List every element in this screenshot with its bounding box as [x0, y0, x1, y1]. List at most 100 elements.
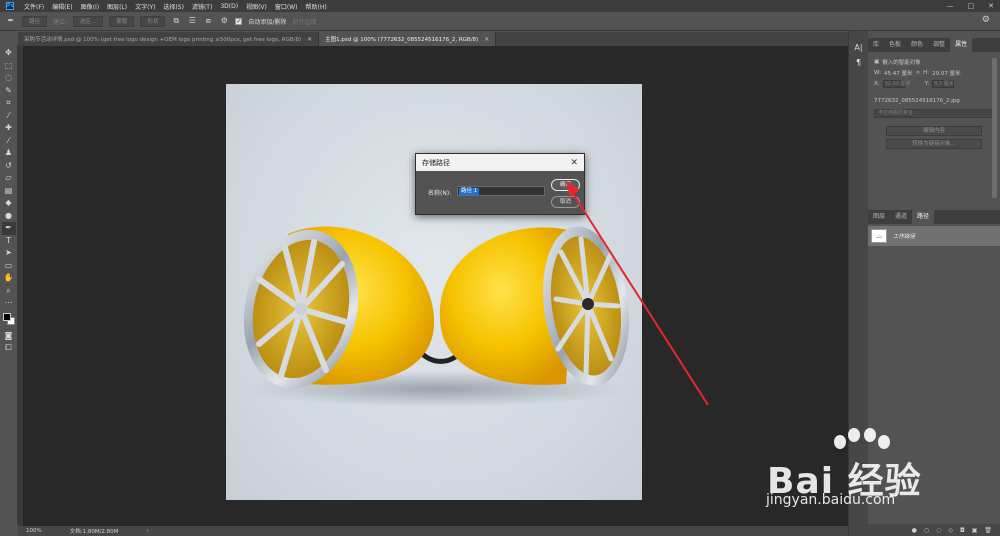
right-speaker — [439, 226, 630, 386]
tab-swatches[interactable]: 色板 — [884, 38, 906, 52]
screen-mode-icon[interactable]: ⧠ — [2, 342, 16, 355]
document-image[interactable] — [226, 84, 642, 500]
pen-tool-icon[interactable]: ✒ — [1, 222, 16, 235]
auto-add-delete-label: 自动添加/删除 — [248, 18, 287, 26]
color-swatches[interactable] — [2, 312, 16, 328]
close-window-icon[interactable]: ✕ — [988, 2, 994, 10]
make-work-path-icon[interactable]: ◇ — [948, 527, 953, 534]
menu-image[interactable]: 图像(I) — [77, 2, 103, 11]
menu-window[interactable]: 窗口(W) — [271, 2, 302, 11]
crop-tool-icon[interactable]: ⌗ — [2, 97, 16, 110]
quick-select-tool-icon[interactable]: ✎ — [2, 85, 16, 98]
gear-icon[interactable]: ⚙ — [219, 16, 229, 26]
menu-type[interactable]: 文字(Y) — [131, 2, 159, 11]
tab-adjustments[interactable]: 调整 — [928, 38, 950, 52]
tab-document-2[interactable]: 主图1.psd @ 100% (7772632_085524516176_2, … — [319, 32, 497, 46]
edit-contents-button[interactable]: 编辑内容 — [886, 126, 982, 136]
stroke-path-icon[interactable]: ○ — [924, 527, 929, 534]
rectangle-tool-icon[interactable]: ▭ — [2, 260, 16, 273]
baidu-watermark: Bai 经验 jingyan.baidu.com — [762, 428, 982, 518]
tab-color[interactable]: 颜色 — [906, 38, 928, 52]
work-path-item[interactable]: ⌓ 工作路径 — [868, 226, 1000, 246]
marquee-tool-icon[interactable]: ⬚ — [2, 60, 16, 73]
h-value[interactable]: 29.07 厘米 — [932, 69, 961, 77]
link-icon[interactable]: ∞ — [915, 70, 920, 76]
healing-brush-tool-icon[interactable]: ✚ — [2, 122, 16, 135]
path-thumbnail: ⌓ — [871, 229, 887, 243]
ok-button[interactable]: 确定 — [551, 179, 580, 191]
photoshop-window: Ps 文件(F) 编辑(E) 图像(I) 图层(L) 文字(Y) 选择(S) 滤… — [0, 0, 1000, 536]
quick-mask-icon[interactable]: ◙ — [2, 330, 16, 343]
tab-libraries[interactable]: 库 — [868, 38, 884, 52]
zoom-level[interactable]: 100% — [26, 528, 42, 534]
properties-panel-tabs: 库 色板 颜色 调整 属性 — [868, 38, 1000, 52]
type-tool-icon[interactable]: T — [2, 235, 16, 248]
path-name-value: 路径 1 — [459, 188, 480, 195]
tab-document-1[interactable]: 采购节活动详情.psd @ 100% (get free logo design… — [18, 32, 320, 46]
close-icon[interactable]: ✕ — [484, 36, 489, 43]
path-selection-tool-icon[interactable]: ➤ — [2, 247, 16, 260]
eraser-tool-icon[interactable]: ▱ — [2, 172, 16, 185]
workspace-gear-icon[interactable]: ⚙ — [982, 15, 990, 25]
paths-panel-tabs: 图层 通道 路径 — [868, 210, 1000, 224]
move-tool-icon[interactable]: ✥ — [2, 47, 16, 60]
tab-layers[interactable]: 图层 — [868, 210, 890, 224]
menu-select[interactable]: 选择(S) — [159, 2, 188, 11]
clone-stamp-tool-icon[interactable]: ♟ — [2, 147, 16, 160]
menu-layer[interactable]: 图层(L) — [103, 2, 131, 11]
paragraph-panel-icon[interactable]: ¶ — [856, 58, 861, 67]
fill-path-icon[interactable]: ● — [912, 527, 917, 534]
convert-to-linked-button[interactable]: 转换为链接对象... — [886, 139, 982, 149]
x-field[interactable]: 32.03 厘米 — [882, 79, 911, 88]
menu-edit[interactable]: 编辑(E) — [48, 2, 76, 11]
tab-paths[interactable]: 路径 — [912, 210, 935, 224]
y-field[interactable]: 8.7 厘米 — [932, 79, 955, 88]
path-mode-select[interactable]: 路径 — [22, 15, 48, 27]
make-selection-button[interactable]: 选区... — [73, 15, 104, 27]
dodge-tool-icon[interactable]: ● — [2, 210, 16, 223]
mask-button[interactable]: 蒙版 — [109, 15, 135, 27]
layer-comp-select[interactable]: 不应用图层复合 — [874, 109, 994, 118]
shape-button[interactable]: 形状 — [140, 15, 166, 27]
tab-properties[interactable]: 属性 — [950, 38, 973, 52]
brush-tool-icon[interactable]: ⁄ — [2, 135, 16, 148]
status-menu-arrow[interactable]: › — [146, 528, 148, 534]
close-icon[interactable]: ✕ — [307, 36, 312, 43]
foreground-color-swatch[interactable] — [2, 312, 11, 321]
tab-label: 主图1.psd @ 100% (7772632_085524516176_2, … — [325, 37, 479, 43]
name-label: 名称(N): — [428, 190, 452, 197]
tab-channels[interactable]: 通道 — [890, 210, 912, 224]
lasso-tool-icon[interactable]: ◌ — [2, 72, 16, 85]
dialog-titlebar[interactable]: 存储路径 ✕ — [416, 154, 584, 171]
more-tools-icon[interactable]: ⋯ — [2, 297, 16, 310]
hand-tool-icon[interactable]: ✋ — [2, 272, 16, 285]
history-brush-tool-icon[interactable]: ↺ — [2, 160, 16, 173]
gradient-tool-icon[interactable]: ▤ — [2, 185, 16, 198]
menu-3d[interactable]: 3D(D) — [216, 3, 242, 10]
menu-filter[interactable]: 滤镜(T) — [188, 2, 216, 11]
menu-view[interactable]: 视图(V) — [242, 2, 271, 11]
zoom-tool-icon[interactable]: ⌕ — [2, 285, 16, 298]
menu-file[interactable]: 文件(F) — [20, 2, 48, 11]
auto-add-delete-checkbox[interactable]: ✓ — [235, 17, 243, 25]
menu-help[interactable]: 帮助(H) — [302, 2, 331, 11]
delete-path-icon[interactable]: 🗑 — [984, 527, 992, 534]
character-panel-icon[interactable]: A| — [854, 43, 862, 52]
maximize-icon[interactable]: □ — [968, 2, 975, 10]
path-operations-icon[interactable]: ⧉ — [171, 16, 181, 26]
align-edges-label[interactable]: 对齐边缘 — [292, 17, 316, 26]
eyedropper-tool-icon[interactable]: ⁄ — [2, 110, 16, 123]
blur-tool-icon[interactable]: ◆ — [2, 197, 16, 210]
new-path-icon[interactable]: ▣ — [972, 527, 978, 534]
minimize-icon[interactable]: — — [947, 2, 954, 10]
w-value[interactable]: 45.47 厘米 — [884, 69, 913, 77]
path-arrangement-icon[interactable]: ⧈ — [203, 16, 213, 26]
cancel-button[interactable]: 取消 — [551, 196, 580, 208]
path-alignment-icon[interactable]: ☰ — [187, 16, 197, 26]
path-name-input[interactable]: 路径 1 — [457, 186, 545, 196]
close-icon[interactable]: ✕ — [570, 158, 578, 168]
add-mask-icon[interactable]: ◘ — [960, 527, 965, 534]
pen-tool-preset-icon[interactable]: ✒ — [6, 16, 16, 26]
load-selection-icon[interactable]: ◌ — [936, 527, 941, 534]
properties-scrollbar[interactable] — [992, 58, 997, 198]
